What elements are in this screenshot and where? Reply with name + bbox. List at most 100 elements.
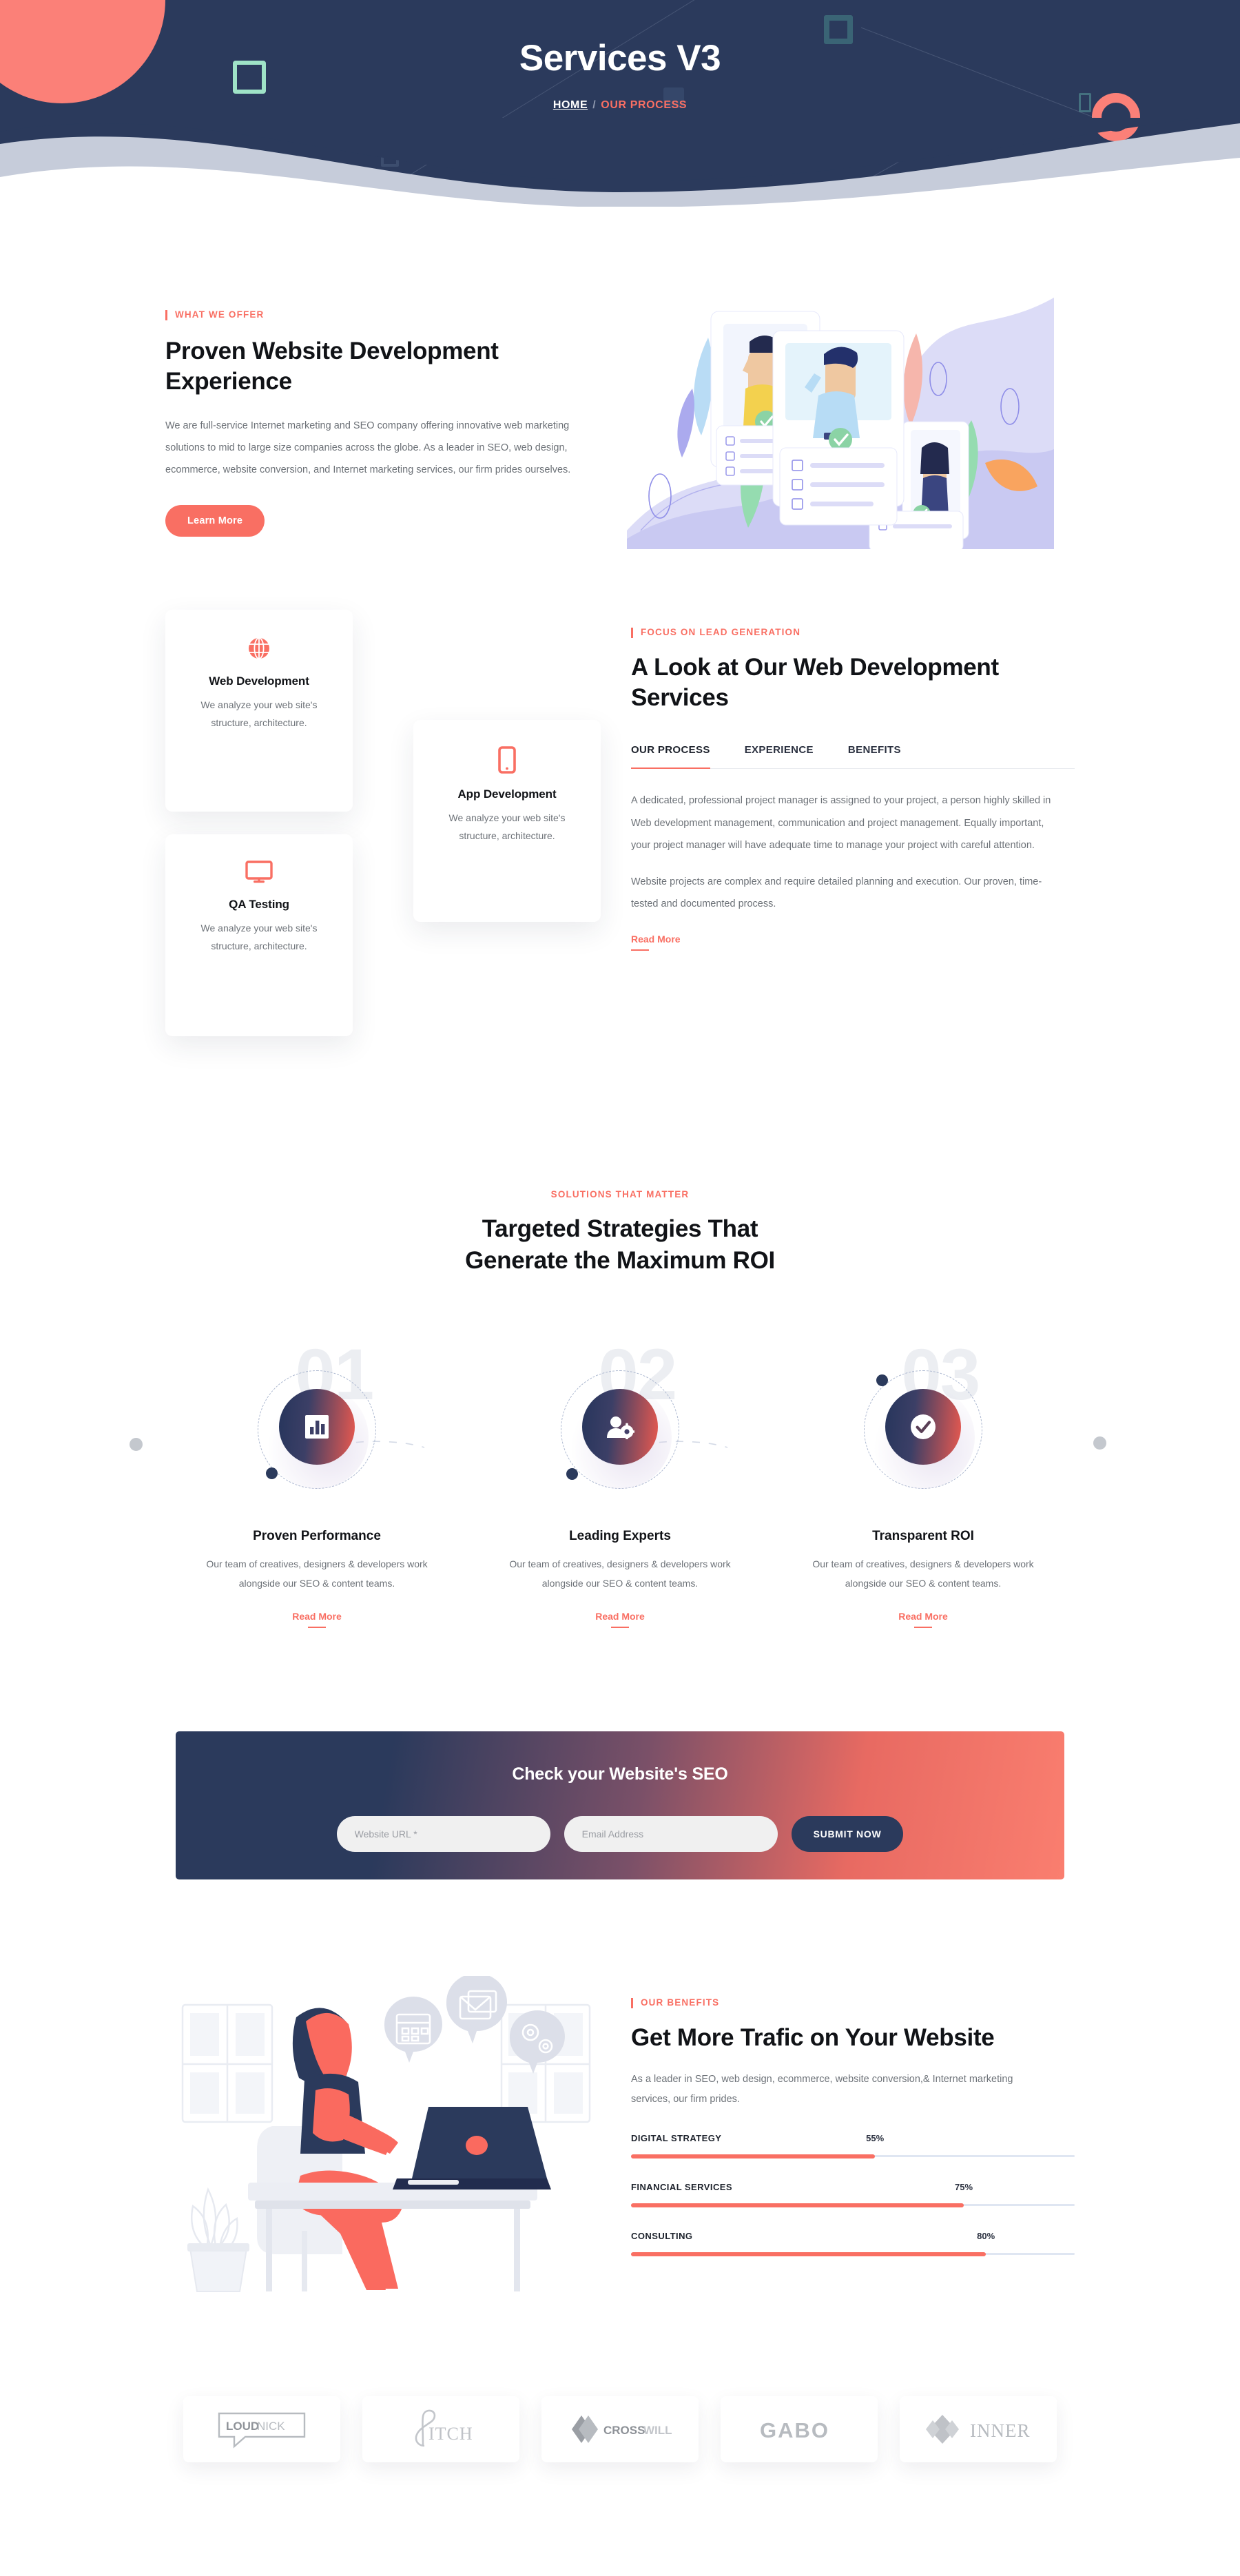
breadcrumb-home-link[interactable]: HOME	[553, 99, 588, 111]
loudnick-logo-icon: LOUD NICK	[218, 2412, 306, 2449]
tab-read-more-link[interactable]: Read More	[631, 934, 681, 951]
decor-ball-right	[1093, 1436, 1106, 1450]
seo-gradient-band: Check your Website's SEO SUBMIT NOW	[176, 1731, 1064, 1879]
services-eyebrow: FOCUS ON LEAD GENERATION	[631, 627, 800, 638]
skill-bar-value: 80%	[977, 2231, 995, 2242]
skill-bar-value: 75%	[954, 2182, 973, 2193]
service-card-qa-testing[interactable]: QA Testing We analyze your web site's st…	[165, 834, 353, 1036]
steps-title-line-one: Targeted Strategies That	[482, 1215, 758, 1242]
monitor-icon	[245, 861, 273, 883]
benefits-section: OUR BENEFITS Get More Trafic on Your Web…	[0, 1879, 1240, 2293]
steps-title-line-two: Generate the Maximum ROI	[465, 1247, 775, 1275]
strategies-steps-section: SOLUTIONS THAT MATTER Targeted Strategie…	[0, 1064, 1240, 1628]
step-title: Leading Experts	[569, 1529, 671, 1544]
skill-bar-fill	[631, 2154, 876, 2158]
gabo-logo-icon: GABO	[760, 2418, 829, 2442]
offer-text-column: WHAT WE OFFER Proven Website Development…	[165, 289, 606, 537]
logo-gabo[interactable]: GABO	[721, 2395, 878, 2462]
logo-row: LOUD NICK ITCH CROSS WILL GABO INNER	[0, 2395, 1240, 2462]
skill-bar-label: CONSULTING	[631, 2231, 693, 2242]
page-hero: Services V3 HOME / OUR PROCESS	[0, 0, 1240, 207]
tab-benefits[interactable]: BENEFITS	[848, 744, 901, 768]
step-title: Proven Performance	[253, 1529, 381, 1544]
breadcrumb-current: OUR PROCESS	[601, 99, 688, 112]
step-visual: 02	[530, 1339, 710, 1505]
step-text: Our team of creatives, designers & devel…	[206, 1558, 428, 1589]
skill-bar-consulting: CONSULTING 80%	[631, 2231, 1075, 2256]
svg-text:WILL: WILL	[643, 2424, 672, 2437]
email-address-input[interactable]	[564, 1815, 778, 1852]
step-item: 03 Transparent ROI Our team of creatives…	[772, 1339, 1075, 1628]
service-card-text: We analyze your web site's structure, ar…	[200, 699, 318, 728]
inner-logo-icon: INNER	[926, 2414, 1031, 2444]
service-card-title: QA Testing	[229, 898, 289, 911]
service-card-title: Web Development	[209, 674, 309, 688]
service-card-text: We analyze your web site's structure, ar…	[200, 923, 318, 951]
service-card-text: We analyze your web site's structure, ar…	[448, 812, 566, 841]
svg-text:NICK: NICK	[257, 2420, 285, 2433]
offer-title: Proven Website Development Experience	[165, 338, 499, 395]
tab-panel-our-process: A dedicated, professional project manage…	[631, 769, 1075, 951]
logo-pitch[interactable]: ITCH	[362, 2395, 519, 2462]
steps-eyebrow: SOLUTIONS THAT MATTER	[550, 1189, 690, 1199]
seo-form: SUBMIT NOW	[336, 1815, 904, 1852]
service-card-web-development[interactable]: Web Development We analyze your web site…	[165, 610, 353, 812]
submit-now-button[interactable]: SUBMIT NOW	[791, 1815, 904, 1852]
offer-illustration-column	[606, 289, 1075, 549]
pitch-logo-icon: ITCH	[415, 2409, 473, 2447]
logo-crosswill[interactable]: CROSS WILL	[541, 2395, 699, 2462]
step-read-more-link[interactable]: Read More	[595, 1611, 645, 1628]
benefits-text-column: OUR BENEFITS Get More Trafic on Your Web…	[606, 1976, 1075, 2280]
service-card-title: App Development	[457, 787, 557, 801]
tab-paragraph-one: A dedicated, professional project manage…	[631, 794, 1051, 852]
user-settings-icon	[607, 1416, 634, 1440]
benefits-illustration-column	[165, 1975, 606, 2293]
breadcrumb: HOME / OUR PROCESS	[0, 99, 1240, 112]
service-cards-column: Web Development We analyze your web site…	[165, 610, 606, 1064]
svg-text:LOUD: LOUD	[226, 2420, 259, 2433]
breadcrumb-separator: /	[592, 99, 597, 112]
svg-text:GABO: GABO	[760, 2418, 829, 2442]
logo-loudnick[interactable]: LOUD NICK	[183, 2395, 340, 2462]
steps-title: Targeted Strategies That Generate the Ma…	[165, 1213, 1075, 1277]
svg-text:CROSS: CROSS	[603, 2424, 645, 2437]
woman-at-laptop-illustration	[181, 1975, 591, 2292]
step-orbit-dot	[266, 1467, 278, 1480]
tab-our-process[interactable]: OUR PROCESS	[631, 744, 710, 769]
services-title: A Look at Our Web Development Services	[631, 654, 999, 712]
step-title: Transparent ROI	[872, 1529, 974, 1544]
step-item: 02 Leading Experts Our team of creatives…	[468, 1339, 772, 1628]
svg-text:INNER: INNER	[970, 2420, 1031, 2441]
website-url-input[interactable]	[336, 1815, 550, 1852]
crosswill-logo-icon: CROSS WILL	[572, 2415, 672, 2443]
step-text: Our team of creatives, designers & devel…	[812, 1558, 1034, 1589]
steps-row: 01 Proven Performance Our team of creati…	[130, 1339, 1106, 1628]
skill-bars-chart: DIGITAL STRATEGY 55% FINANCIAL SERVICES …	[631, 2133, 1075, 2256]
benefits-title: Get More Trafic on Your Website	[631, 2023, 995, 2051]
learn-more-button[interactable]: Learn More	[165, 504, 265, 537]
profile-cards-illustration	[627, 298, 1054, 549]
service-card-app-development[interactable]: App Development We analyze your web site…	[413, 720, 601, 922]
decor-ball-left	[130, 1438, 143, 1452]
tab-paragraph-two: Website projects are complex and require…	[631, 876, 1042, 910]
tab-experience[interactable]: EXPERIENCE	[745, 744, 814, 768]
hero-wave-divider	[0, 118, 1240, 207]
tabs-column: FOCUS ON LEAD GENERATION A Look at Our W…	[606, 610, 1075, 951]
step-read-more-link[interactable]: Read More	[898, 1611, 948, 1628]
globe-icon	[249, 637, 269, 659]
step-read-more-link[interactable]: Read More	[292, 1611, 342, 1628]
skill-bar-value: 55%	[866, 2133, 885, 2144]
seo-form-title: Check your Website's SEO	[512, 1764, 728, 1784]
logo-inner[interactable]: INNER	[900, 2395, 1057, 2462]
svg-text:ITCH: ITCH	[428, 2424, 473, 2444]
bar-chart-icon	[305, 1415, 329, 1439]
skill-bar-fill	[631, 2203, 964, 2207]
benefits-paragraph: As a leader in SEO, web design, ecommerc…	[631, 2074, 1013, 2105]
step-visual: 01	[227, 1339, 406, 1505]
services-tabs-section: Web Development We analyze your web site…	[0, 549, 1240, 1064]
step-item: 01 Proven Performance Our team of creati…	[165, 1339, 468, 1628]
step-orbit-dot	[566, 1468, 578, 1481]
mobile-icon	[498, 746, 516, 774]
page-title: Services V3	[519, 38, 721, 79]
offer-eyebrow: WHAT WE OFFER	[165, 309, 264, 320]
